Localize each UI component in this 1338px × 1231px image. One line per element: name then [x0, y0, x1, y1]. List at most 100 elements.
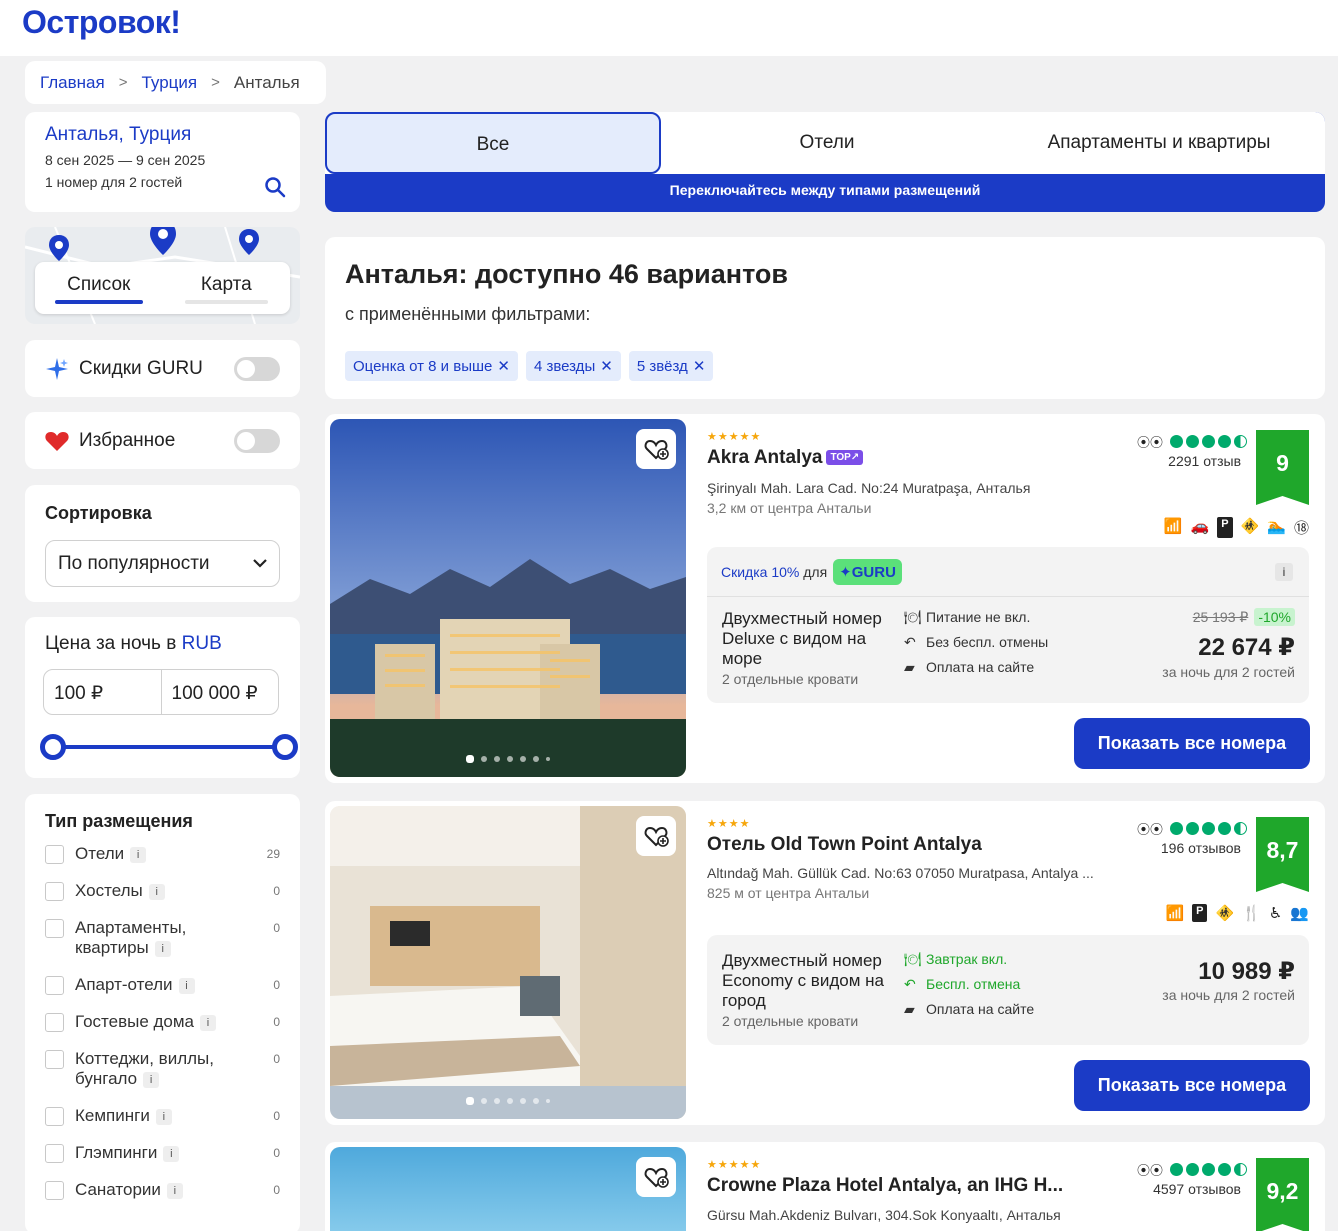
room-title: Двухместный номер Deluxe с видом на море — [722, 609, 882, 668]
search-guests: 1 номер для 2 гостей — [45, 174, 183, 190]
favorite-button[interactable] — [636, 816, 676, 856]
wifi-icon: 📶 — [1163, 518, 1183, 535]
checkbox[interactable] — [45, 919, 64, 938]
reviews-count[interactable]: 4597 отзывов — [1153, 1181, 1241, 1197]
logo[interactable]: Островок! — [22, 4, 181, 41]
pool-icon: 🏊 — [1267, 518, 1286, 535]
hotel-photo[interactable] — [330, 1147, 686, 1231]
view-map-button[interactable]: Карта — [163, 262, 291, 314]
room-features: 🍽 Питание не вкл. ↶ Без беспл. отмены ▰ Опл… — [904, 605, 1048, 680]
filter-chip-label: 4 звезды — [533, 358, 596, 375]
accommodation-type-count: 0 — [273, 1183, 280, 1197]
info-icon[interactable]: i — [148, 883, 165, 900]
hotel-name[interactable]: Crowne Plaza Hotel Antalya, an IHG H... — [707, 1175, 1063, 1197]
close-icon[interactable]: ✕ — [497, 358, 510, 375]
checkbox[interactable] — [45, 882, 64, 901]
accommodation-type-option[interactable]: Глэмпинги i 0 — [45, 1143, 280, 1163]
tab-hotels[interactable]: Отели — [661, 112, 993, 174]
tabs-hint: Переключайтесь между типами размещений — [669, 182, 981, 198]
checkbox[interactable] — [45, 1107, 64, 1126]
breadcrumb-country[interactable]: Турция — [141, 73, 197, 93]
amenities: 📶 P 🚸 🍴 ♿ 👥 — [1165, 904, 1309, 922]
accommodation-type-label: Гостевые дома i — [75, 1012, 217, 1032]
close-icon[interactable]: ✕ — [693, 358, 706, 375]
show-rooms-button[interactable]: Показать все номера — [1074, 718, 1310, 769]
info-icon[interactable]: i — [163, 1145, 180, 1162]
checkbox[interactable] — [45, 976, 64, 995]
meal-icon: 🍽 — [904, 951, 922, 967]
favorite-button[interactable] — [636, 1157, 676, 1197]
accommodation-type-label: Апарт-отели i — [75, 975, 195, 995]
price-currency[interactable]: RUB — [182, 633, 222, 654]
accommodation-type-option[interactable]: Отели i 29 — [45, 844, 280, 864]
accommodation-type-option[interactable]: Санатории i 0 — [45, 1180, 280, 1200]
checkbox[interactable] — [45, 1181, 64, 1200]
hotel-name[interactable]: Отель Old Town Point Antalya — [707, 834, 982, 856]
price-slider-min-handle[interactable] — [40, 734, 66, 760]
parking-icon: P — [1217, 517, 1233, 538]
hotel-photo[interactable] — [330, 419, 686, 777]
filter-chip[interactable]: 5 звёзд ✕ — [628, 351, 714, 381]
checkbox[interactable] — [45, 1013, 64, 1032]
kids-icon: 🚸 — [1240, 518, 1260, 535]
results-subtitle: с применёнными фильтрами: — [345, 304, 591, 324]
tab-apartments[interactable]: Апартаменты и квартиры — [993, 112, 1325, 174]
info-icon[interactable]: i — [143, 1071, 160, 1088]
search-icon[interactable] — [264, 176, 286, 198]
favorites-switch[interactable] — [234, 428, 280, 453]
tab-all[interactable]: Все — [325, 112, 661, 174]
info-icon[interactable]: i — [1275, 562, 1293, 581]
show-rooms-button[interactable]: Показать все номера — [1074, 1060, 1310, 1111]
breadcrumb-home[interactable]: Главная — [40, 73, 105, 93]
chevron-right-icon: > — [211, 74, 220, 91]
accommodation-type-option[interactable]: Гостевые дома i 0 — [45, 1012, 280, 1032]
reviews-count[interactable]: 196 отзывов — [1161, 840, 1241, 856]
accessible-icon: ♿ — [1268, 905, 1283, 922]
filter-chip[interactable]: 4 звезды ✕ — [525, 351, 621, 381]
accommodation-type-option[interactable]: Апартаменты, квартиры i 0 — [45, 918, 280, 958]
info-icon[interactable]: i — [200, 1014, 217, 1031]
hotel-name[interactable]: Akra Antalya TOP↗ — [707, 447, 864, 469]
photo-carousel-dots[interactable] — [330, 755, 686, 763]
accommodation-type-option[interactable]: Хостелы i 0 — [45, 881, 280, 901]
guru-discounts-switch[interactable] — [234, 356, 280, 381]
hotel-photo-image — [330, 419, 686, 777]
price-min-input[interactable]: 100 ₽ — [44, 670, 162, 714]
checkbox[interactable] — [45, 1050, 64, 1069]
price-slider-track[interactable] — [40, 734, 298, 760]
info-icon[interactable]: i — [154, 940, 171, 957]
info-icon[interactable]: i — [166, 1182, 183, 1199]
accommodation-type-option[interactable]: Апарт-отели i 0 — [45, 975, 280, 995]
price-slider-max-handle[interactable] — [272, 734, 298, 760]
accommodation-type-count: 0 — [273, 921, 280, 935]
close-icon[interactable]: ✕ — [600, 358, 613, 375]
map-preview[interactable]: Список Карта — [25, 227, 300, 324]
feature-cancel: Беспл. отмена — [926, 976, 1021, 992]
checkbox[interactable] — [45, 845, 64, 864]
meal-icon: 🍽 — [904, 609, 922, 625]
accommodation-type-option[interactable]: Коттеджи, виллы, бунгало i 0 — [45, 1049, 280, 1089]
accommodation-type-option[interactable]: Кемпинги i 0 — [45, 1106, 280, 1126]
hotel-name-text: Akra Antalya — [707, 447, 823, 468]
info-icon[interactable]: i — [155, 1108, 172, 1125]
favorites-label: Избранное — [79, 429, 176, 451]
info-icon[interactable]: i — [130, 846, 147, 863]
search-destination[interactable]: Анталья, Турция — [45, 124, 280, 146]
search-summary[interactable]: Анталья, Турция 8 сен 2025 — 9 сен 2025 … — [25, 112, 300, 212]
tripadvisor-rating: ⦿⦿ — [1137, 432, 1248, 451]
price-note: за ночь для 2 гостей — [1162, 664, 1295, 680]
hotel-photo[interactable] — [330, 806, 686, 1119]
checkbox[interactable] — [45, 1144, 64, 1163]
hotel-distance: 825 м от центра Антальи — [707, 885, 870, 901]
info-icon[interactable]: i — [178, 977, 195, 994]
reviews-count[interactable]: 2291 отзыв — [1168, 453, 1241, 469]
filter-chip[interactable]: Оценка от 8 и выше ✕ — [345, 351, 518, 381]
view-list-button[interactable]: Список — [35, 262, 163, 314]
favorite-button[interactable] — [636, 429, 676, 469]
sort-select[interactable]: По популярности — [45, 540, 280, 587]
chevron-right-icon: > — [118, 74, 128, 91]
price-max-input[interactable]: 100 000 ₽ — [162, 670, 279, 714]
feature-meal: Завтрак вкл. — [926, 951, 1008, 967]
photo-carousel-dots[interactable] — [330, 1097, 686, 1105]
cancel-icon: ↶ — [904, 634, 916, 650]
